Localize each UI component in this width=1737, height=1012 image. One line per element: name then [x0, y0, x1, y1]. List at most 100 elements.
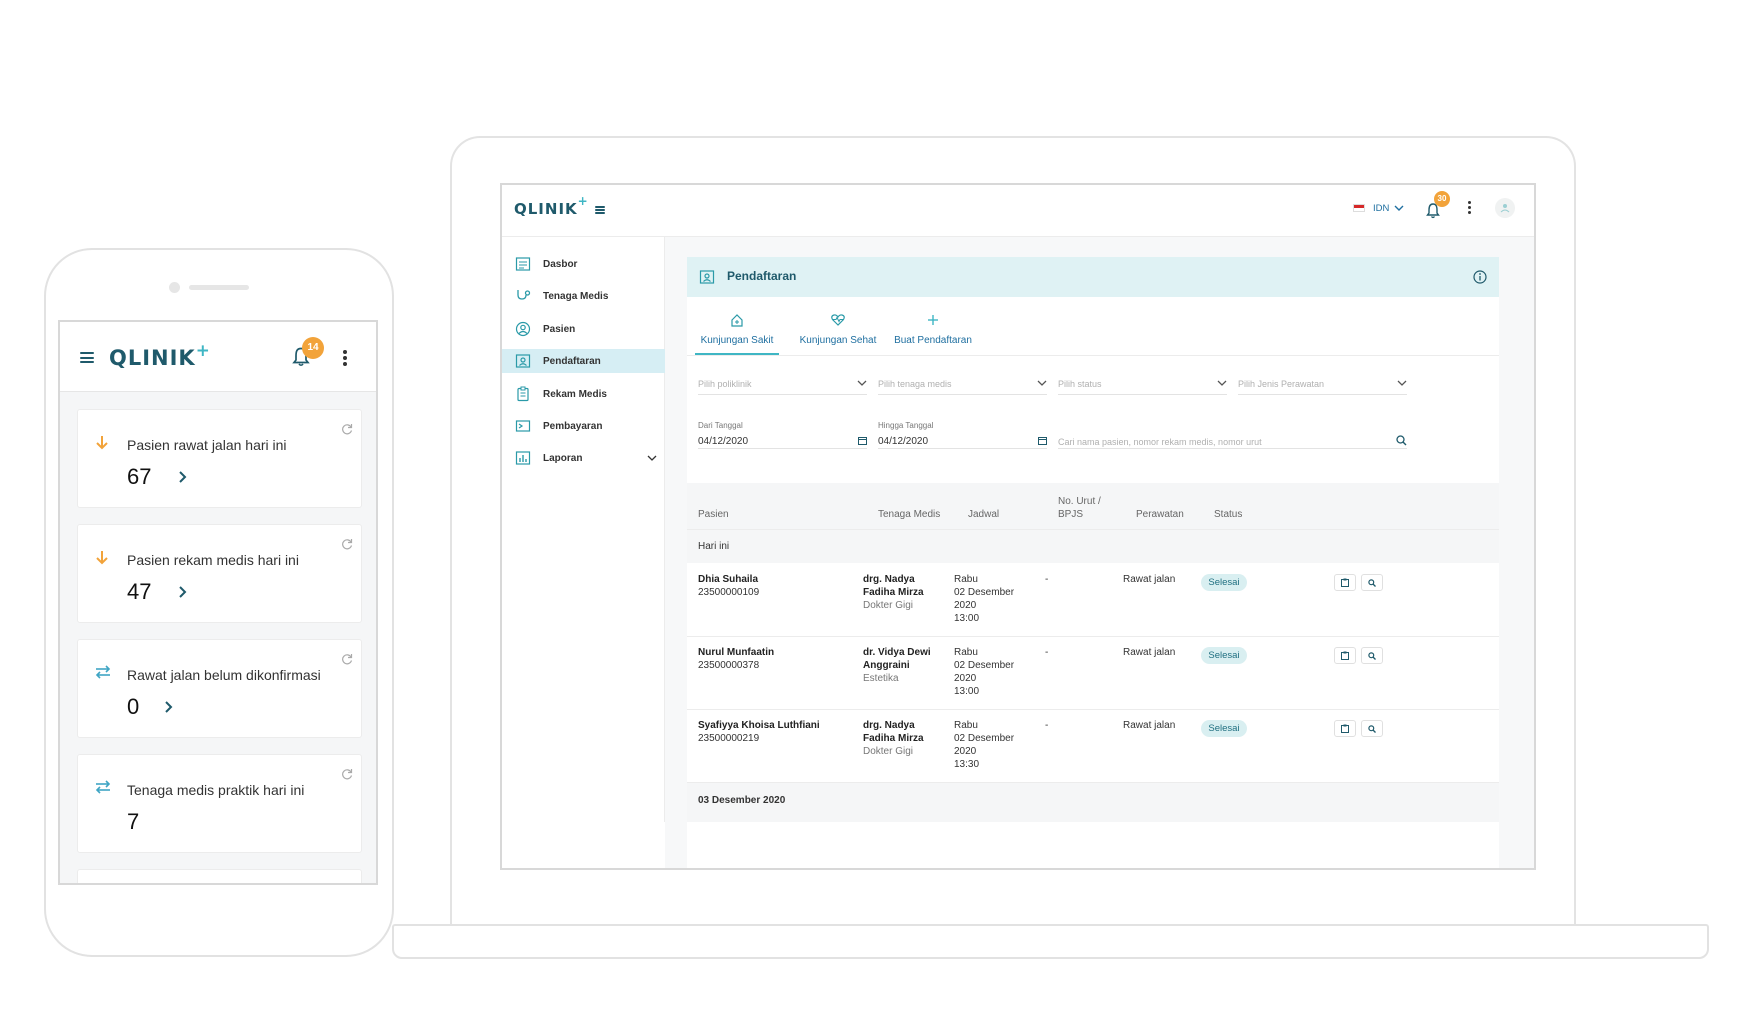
- sidebar-item-pasien[interactable]: Pasien: [502, 317, 665, 341]
- registration-panel: Pendaftaran Kunjungan Sakit Kunjungan Se…: [687, 257, 1499, 868]
- info-icon[interactable]: [1473, 270, 1487, 284]
- sidebar-item-pendaftaran[interactable]: Pendaftaran: [502, 349, 665, 373]
- doctor-specialty: Estetika: [863, 673, 899, 684]
- status-badge: Selesai: [1201, 574, 1247, 591]
- stat-card[interactable]: [77, 869, 362, 883]
- chevron-right-icon[interactable]: [164, 700, 174, 714]
- status-select[interactable]: Pilih status: [1058, 373, 1227, 395]
- sidebar-item-tenaga-medis[interactable]: Tenaga Medis: [502, 284, 665, 308]
- sidebar-item-label: Pembayaran: [543, 420, 603, 432]
- schedule-date: 02 Desember: [954, 587, 1015, 598]
- payment-icon: [515, 420, 531, 432]
- refresh-icon[interactable]: [341, 538, 353, 550]
- sidebar-item-laporan[interactable]: Laporan: [502, 446, 665, 470]
- sidebar-item-label: Laporan: [543, 452, 583, 464]
- stat-value: 47: [127, 579, 152, 604]
- search-icon[interactable]: [1396, 435, 1407, 446]
- calendar-icon[interactable]: [1038, 436, 1047, 445]
- sidebar-item-dasbor[interactable]: Dasbor: [502, 252, 665, 276]
- stat-value: 0: [127, 694, 140, 719]
- menu-icon[interactable]: [595, 206, 605, 214]
- tab-kunjungan-sehat[interactable]: Kunjungan Sehat: [796, 313, 880, 346]
- phone-camera: [169, 282, 180, 293]
- column-header: Perawatan: [1136, 509, 1184, 520]
- sidebar-item-label: Rekam Medis: [543, 388, 607, 400]
- queue-number: -: [1045, 647, 1049, 658]
- sidebar-item-rekam-medis[interactable]: Rekam Medis: [502, 382, 665, 406]
- from-date-field[interactable]: Dari Tanggal 04/12/2020: [698, 421, 867, 449]
- table-row[interactable]: Syafiyya Khoisa Luthfiani 23500000219 drg…: [687, 709, 1499, 782]
- calendar-icon[interactable]: [858, 436, 867, 445]
- jenis-perawatan-select[interactable]: Pilih Jenis Perawatan: [1238, 373, 1407, 395]
- table-header: Pasien Tenaga Medis Jadwal No. Urut / BP…: [687, 483, 1499, 529]
- stat-label: Pasien rekam medis hari ini: [127, 552, 299, 568]
- sidebar: Dasbor Tenaga Medis Pasien Pendaftaran R…: [502, 237, 665, 822]
- chevron-right-icon[interactable]: [178, 585, 188, 599]
- doctor-name: Anggraini: [863, 660, 910, 671]
- refresh-icon[interactable]: [341, 423, 353, 435]
- app-logo: QLINIK+: [109, 340, 211, 370]
- schedule-day: Rabu: [954, 647, 978, 658]
- tab-kunjungan-sakit[interactable]: Kunjungan Sakit: [695, 313, 779, 355]
- schedule-year: 2020: [954, 673, 977, 684]
- transfer-icon: [95, 665, 111, 679]
- stat-card[interactable]: Rawat jalan belum dikonfirmasi 0: [77, 639, 362, 738]
- desktop-app: QLINIK+ IDN 30 Dasbor Tenaga Medis Pasie…: [500, 183, 1536, 870]
- schedule-time: 13:00: [954, 686, 980, 697]
- arrow-down-icon: [96, 551, 108, 565]
- table-row[interactable]: Dhia Suhaila 23500000109 drg. Nadya Fadiha…: [687, 563, 1499, 636]
- search-icon: [1368, 724, 1376, 733]
- schedule-year: 2020: [954, 600, 977, 611]
- chevron-down-icon: [1037, 380, 1047, 386]
- page-header: Pendaftaran: [687, 257, 1499, 297]
- more-menu-icon[interactable]: [343, 350, 347, 366]
- refresh-icon[interactable]: [341, 653, 353, 665]
- view-button[interactable]: [1361, 647, 1383, 664]
- search-icon: [1368, 578, 1376, 587]
- sidebar-item-pembayaran[interactable]: Pembayaran: [502, 414, 665, 438]
- to-date-field[interactable]: Hingga Tanggal 04/12/2020: [878, 421, 1047, 449]
- chevron-right-icon[interactable]: [178, 470, 188, 484]
- clipboard-button[interactable]: [1334, 647, 1356, 664]
- refresh-icon[interactable]: [341, 768, 353, 780]
- select-placeholder: Pilih tenaga medis: [878, 379, 952, 389]
- hospital-icon: [731, 314, 743, 327]
- page-title: Pendaftaran: [727, 269, 797, 283]
- view-button[interactable]: [1361, 574, 1383, 591]
- clipboard-button[interactable]: [1334, 574, 1356, 591]
- treatment-type: Rawat jalan: [1123, 574, 1176, 585]
- stat-card[interactable]: Pasien rawat jalan hari ini 67: [77, 409, 362, 508]
- tab-buat-pendaftaran[interactable]: Buat Pendaftaran: [891, 313, 975, 346]
- plus-icon: [928, 315, 938, 325]
- notification-button[interactable]: 14: [292, 337, 328, 367]
- avatar[interactable]: [1495, 198, 1515, 218]
- app-header: QLINIK+ IDN 30: [502, 185, 1534, 237]
- stat-card[interactable]: Pasien rekam medis hari ini 47: [77, 524, 362, 623]
- sidebar-item-label: Pasien: [543, 323, 576, 335]
- tab-label: Kunjungan Sakit: [700, 335, 774, 346]
- field-value: 04/12/2020: [878, 436, 929, 447]
- indonesia-flag-icon: [1353, 204, 1365, 212]
- dashboard-icon: [515, 257, 531, 271]
- clipboard-button[interactable]: [1334, 720, 1356, 737]
- poliklinik-select[interactable]: Pilih poliklinik: [698, 373, 867, 395]
- menu-icon[interactable]: [80, 352, 94, 363]
- user-icon: [515, 321, 531, 337]
- column-header: No. Urut /: [1058, 496, 1101, 507]
- schedule-date: 02 Desember: [954, 733, 1015, 744]
- laptop-base: [392, 924, 1709, 959]
- tenaga-medis-select[interactable]: Pilih tenaga medis: [878, 373, 1047, 395]
- more-menu-icon[interactable]: [1467, 201, 1471, 214]
- search-input[interactable]: Cari nama pasien, nomor rekam medis, nom…: [1058, 421, 1407, 449]
- patient-name: Dhia Suhaila: [698, 574, 759, 585]
- patient-name: Syafiyya Khoisa Luthfiani: [698, 720, 820, 731]
- notification-badge: 30: [1434, 191, 1450, 207]
- doctor-name: Fadiha Mirza: [863, 733, 924, 744]
- table-row[interactable]: Nurul Munfaatin 23500000378 dr. Vidya Dew…: [687, 636, 1499, 709]
- search-icon: [1368, 651, 1376, 660]
- doctor-name: drg. Nadya: [863, 720, 915, 731]
- view-button[interactable]: [1361, 720, 1383, 737]
- stat-card[interactable]: Tenaga medis praktik hari ini 7: [77, 754, 362, 853]
- language-selector[interactable]: IDN: [1353, 201, 1415, 215]
- notification-button[interactable]: 30: [1426, 191, 1450, 220]
